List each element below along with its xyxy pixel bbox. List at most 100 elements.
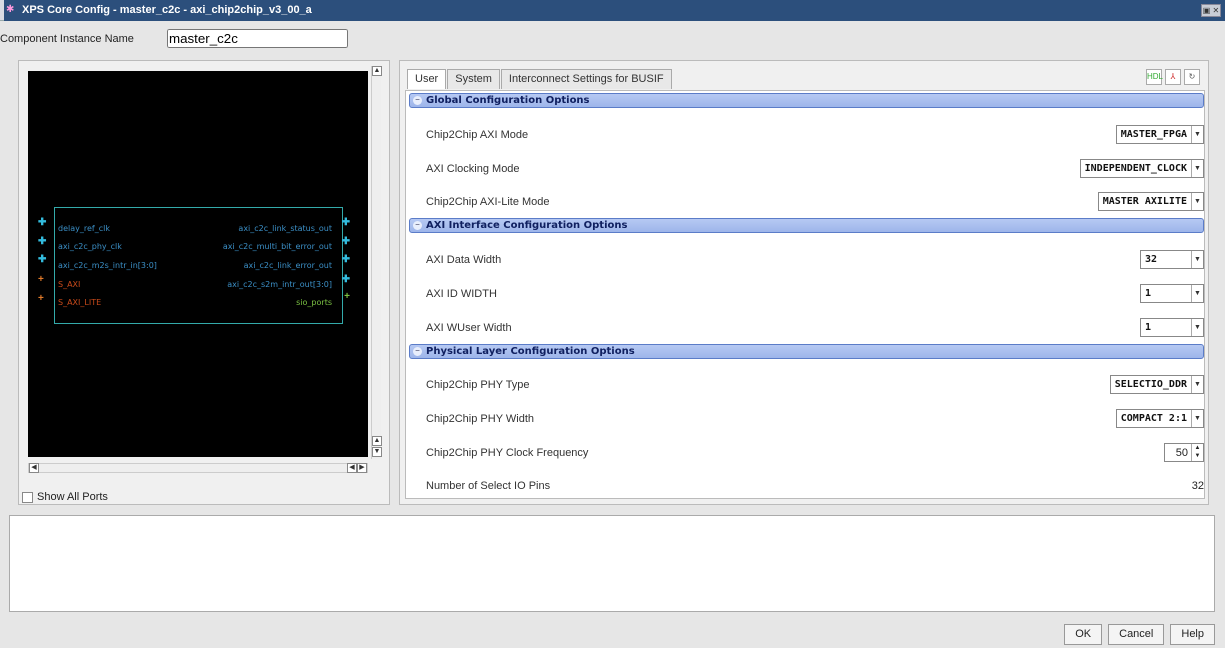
- cancel-button[interactable]: Cancel: [1108, 624, 1165, 645]
- combo-value: INDEPENDENT_CLOCK: [1084, 163, 1187, 174]
- instance-name-label: Component Instance Name: [0, 33, 134, 45]
- param-readonly-value: 32: [1191, 480, 1204, 492]
- collapse-icon[interactable]: −: [413, 221, 422, 230]
- param-label: Chip2Chip AXI Mode: [426, 129, 529, 141]
- param-row: AXI WUser Width 1 ▼: [426, 318, 1204, 338]
- chevron-down-icon[interactable]: ▼: [1191, 285, 1203, 302]
- left-port: axi_c2c_m2s_intr_in[3:0]: [58, 261, 157, 270]
- param-label: Number of Select IO Pins: [426, 480, 551, 492]
- section-axi-interface-configuration[interactable]: − AXI Interface Configuration Options: [409, 218, 1204, 233]
- close-button[interactable]: ▣ ✕: [1201, 4, 1221, 17]
- chevron-down-icon[interactable]: ▼: [1191, 376, 1203, 393]
- bus-plus-icon: +: [344, 291, 350, 302]
- spinner-value: 50: [1175, 446, 1188, 459]
- scroll-right-icon[interactable]: ▶: [357, 463, 367, 473]
- parameter-content: − Global Configuration Options Chip2Chip…: [405, 90, 1205, 499]
- tab-toolbar: HDL ⅄ ↻: [1146, 69, 1200, 85]
- param-label: AXI ID WIDTH: [426, 288, 497, 300]
- param-label: AXI Data Width: [426, 254, 502, 266]
- section-title: Physical Layer Configuration Options: [426, 346, 635, 357]
- show-all-ports-label: Show All Ports: [37, 491, 108, 503]
- param-combo[interactable]: MASTER_FPGA ▼: [1115, 125, 1204, 144]
- port-arrow-icon: ✚: [341, 236, 350, 247]
- chevron-down-icon[interactable]: ▼: [1191, 251, 1203, 268]
- app-icon: ✱: [6, 4, 15, 15]
- param-label: AXI WUser Width: [426, 322, 512, 334]
- bus-plus-icon: +: [38, 293, 44, 304]
- param-spinner[interactable]: 50 ▲ ▼: [1164, 443, 1204, 462]
- refresh-icon[interactable]: ↻: [1184, 69, 1200, 85]
- section-physical-layer-configuration[interactable]: − Physical Layer Configuration Options: [409, 344, 1204, 359]
- help-button[interactable]: Help: [1170, 624, 1215, 645]
- spinner-arrows-icon[interactable]: ▲ ▼: [1191, 444, 1203, 461]
- checkbox-icon[interactable]: [22, 491, 33, 503]
- dialog-buttons: OK Cancel Help: [1064, 624, 1215, 645]
- port-arrow-icon: ✚: [341, 274, 350, 285]
- show-all-ports-checkbox[interactable]: Show All Ports: [22, 491, 108, 503]
- right-port: axi_c2c_s2m_intr_out[3:0]: [227, 280, 332, 289]
- param-label: Chip2Chip PHY Width: [426, 413, 535, 425]
- param-row: Chip2Chip PHY Clock Frequency 50 ▲ ▼: [426, 443, 1204, 463]
- diagram-vertical-scrollbar[interactable]: ▲ ▲ ▼: [371, 66, 382, 459]
- title-bar: XPS Core Config - master_c2c - axi_chip2…: [0, 0, 1225, 21]
- collapse-icon[interactable]: −: [413, 96, 422, 105]
- section-global-configuration[interactable]: − Global Configuration Options: [409, 93, 1204, 108]
- chevron-down-icon[interactable]: ▼: [1191, 160, 1203, 177]
- port-arrow-icon: ✚: [38, 217, 47, 228]
- ok-button[interactable]: OK: [1064, 624, 1103, 645]
- param-row: Chip2Chip PHY Type SELECTIO_DDR ▼: [426, 375, 1204, 395]
- param-label: Chip2Chip AXI-Lite Mode: [426, 196, 550, 208]
- param-combo[interactable]: SELECTIO_DDR ▼: [1109, 375, 1204, 394]
- pdf-icon[interactable]: ⅄: [1165, 69, 1181, 85]
- hdl-icon[interactable]: HDL: [1146, 69, 1163, 85]
- tab-bar: User System Interconnect Settings for BU…: [407, 69, 673, 89]
- param-combo[interactable]: MASTER AXILITE ▼: [1097, 192, 1204, 211]
- chevron-down-icon[interactable]: ▼: [1191, 126, 1203, 143]
- combo-value: MASTER AXILITE: [1102, 196, 1187, 207]
- instance-name-row: Component Instance Name: [0, 29, 134, 49]
- diagram-horizontal-scrollbar[interactable]: ◀ ◀ ▶: [28, 463, 368, 473]
- scroll-up-icon[interactable]: ▲: [372, 66, 382, 76]
- param-combo[interactable]: 1 ▼: [1140, 318, 1204, 337]
- port-arrow-icon: ✚: [38, 236, 47, 247]
- param-combo[interactable]: 1 ▼: [1140, 284, 1204, 303]
- tab-system[interactable]: System: [447, 69, 500, 89]
- left-port: axi_c2c_phy_clk: [58, 242, 122, 251]
- param-label: AXI Clocking Mode: [426, 163, 520, 175]
- combo-value: SELECTIO_DDR: [1114, 379, 1187, 390]
- tab-interconnect-settings[interactable]: Interconnect Settings for BUSIF: [500, 69, 672, 89]
- right-bus-port: sio_ports: [296, 298, 332, 307]
- right-port: axi_c2c_link_status_out: [238, 224, 332, 233]
- chevron-down-icon[interactable]: ▼: [1191, 410, 1203, 427]
- tab-user[interactable]: User: [407, 69, 447, 89]
- param-combo[interactable]: 32 ▼: [1140, 250, 1204, 269]
- scroll-down-icon[interactable]: ▼: [372, 447, 382, 457]
- collapse-icon[interactable]: −: [413, 347, 422, 356]
- parameter-panel: User System Interconnect Settings for BU…: [399, 60, 1209, 505]
- chevron-down-icon[interactable]: ▼: [1191, 193, 1203, 210]
- window-title: XPS Core Config - master_c2c - axi_chip2…: [4, 0, 1225, 21]
- combo-value: 1: [1145, 288, 1152, 299]
- message-area[interactable]: [9, 515, 1215, 612]
- combo-value: MASTER_FPGA: [1120, 129, 1187, 140]
- chevron-down-icon[interactable]: ▼: [1191, 319, 1203, 336]
- bus-plus-icon: +: [38, 274, 44, 285]
- left-port: delay_ref_clk: [58, 224, 110, 233]
- combo-value: COMPACT 2:1: [1120, 413, 1187, 424]
- scroll-left-icon[interactable]: ◀: [347, 463, 357, 473]
- param-combo[interactable]: INDEPENDENT_CLOCK ▼: [1079, 159, 1204, 178]
- param-row: AXI Data Width 32 ▼: [426, 250, 1204, 270]
- param-label: Chip2Chip PHY Clock Frequency: [426, 447, 589, 459]
- section-title: AXI Interface Configuration Options: [426, 220, 628, 231]
- param-row: Chip2Chip AXI-Lite Mode MASTER AXILITE ▼: [426, 192, 1204, 212]
- instance-name-input[interactable]: [167, 29, 348, 48]
- param-row: Number of Select IO Pins 32: [426, 476, 1204, 496]
- scroll-zoom-in-icon[interactable]: ▲: [372, 436, 382, 446]
- param-label: Chip2Chip PHY Type: [426, 379, 530, 391]
- section-title: Global Configuration Options: [426, 95, 590, 106]
- scroll-left-icon[interactable]: ◀: [29, 463, 39, 473]
- param-row: AXI ID WIDTH 1 ▼: [426, 284, 1204, 304]
- block-diagram-canvas: ✚ delay_ref_clk ✚ axi_c2c_phy_clk ✚ axi_…: [28, 71, 368, 457]
- param-combo[interactable]: COMPACT 2:1 ▼: [1115, 409, 1204, 428]
- combo-value: 1: [1145, 322, 1152, 333]
